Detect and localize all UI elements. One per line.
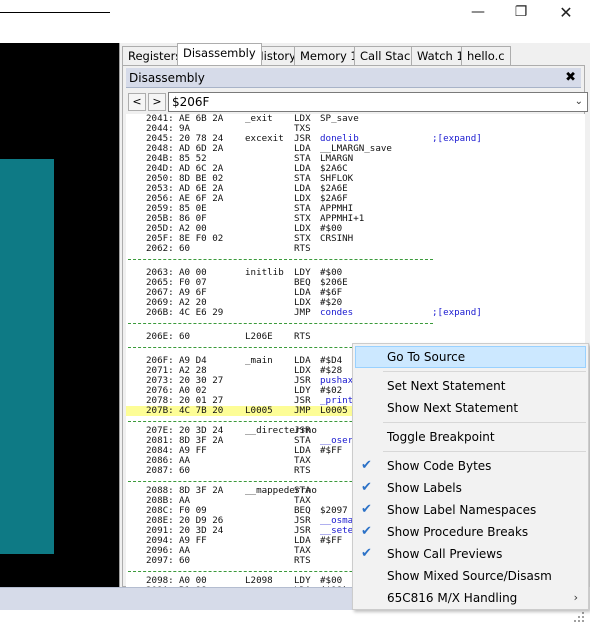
forward-button[interactable]: >	[148, 93, 166, 111]
menu-item-show-next-statement[interactable]: Show Next Statement	[355, 397, 586, 419]
check-icon: ✔	[361, 546, 372, 561]
code-addr: 206E:	[146, 331, 174, 342]
disassembly-title-bar: Disassembly ✖	[126, 68, 581, 88]
check-icon: ✔	[361, 480, 372, 495]
code-operand: L0005	[320, 405, 348, 416]
tab-hello-c[interactable]: hello.c	[461, 46, 511, 65]
code-line[interactable]: 2062: 60 RTS	[126, 244, 585, 254]
close-window-icon[interactable]: ✕	[547, 0, 585, 24]
code-bytes: 4C E6 29	[179, 307, 224, 318]
menu-separator	[383, 451, 586, 452]
restore-icon[interactable]: ❐	[502, 0, 540, 24]
code-mnem: JMP	[294, 307, 311, 318]
menu-item-go-to-source[interactable]: Go To Source	[355, 346, 586, 368]
back-button[interactable]: <	[128, 93, 146, 111]
menu-item-label: Show Call Previews	[387, 547, 503, 561]
code-addr: 207B:	[146, 405, 174, 416]
check-icon: ✔	[361, 458, 372, 473]
menu-item-65c816-m-x-handling[interactable]: 65C816 M/X Handling ›	[355, 587, 586, 609]
menu-item-show-call-previews[interactable]: Show Call Previews ✔	[355, 543, 586, 565]
code-label: _main	[245, 355, 273, 366]
code-label: L2098	[245, 575, 273, 586]
code-label: initlib	[245, 267, 284, 278]
menu-item-label: Show Label Namespaces	[387, 503, 537, 517]
code-line[interactable]: 2041: AE 6B 2A _exit LDX SP_save	[126, 114, 585, 124]
check-icon: ✔	[361, 502, 372, 517]
menu-item-show-code-bytes[interactable]: Show Code Bytes ✔	[355, 455, 586, 477]
menu-separator	[383, 422, 586, 423]
code-label: L0005	[245, 405, 273, 416]
tab-bar: Registers Disassembly History Memory 1 C…	[120, 43, 590, 65]
menu-item-label: Toggle Breakpoint	[387, 430, 495, 444]
menu-item-label: Show Mixed Source/Disasm	[387, 569, 552, 583]
close-icon[interactable]: ✖	[565, 68, 576, 88]
menu-item-show-procedure-breaks[interactable]: Show Procedure Breaks ✔	[355, 521, 586, 543]
code-mnem: RTS	[294, 331, 311, 342]
code-operand: SP_save	[320, 114, 359, 124]
menu-item-show-labels[interactable]: Show Labels ✔	[355, 477, 586, 499]
status-bar-panel	[0, 587, 353, 610]
code-mnem: RTS	[294, 243, 311, 254]
menu-item-show-mixed-source-disasm[interactable]: Show Mixed Source/Disasm	[355, 565, 586, 587]
code-bytes: 60	[179, 331, 191, 342]
code-addr: 206B:	[146, 307, 174, 318]
context-menu: Go To Source Set Next Statement Show Next …	[352, 343, 589, 610]
chevron-down-icon[interactable]: ⌄	[575, 93, 583, 111]
title-bar: — ❐ ✕	[0, 0, 590, 24]
menu-underline	[0, 12, 110, 13]
code-addr: 2062:	[146, 243, 174, 254]
code-label: _exit	[245, 114, 273, 124]
menu-item-label: Show Code Bytes	[387, 459, 492, 473]
menu-item-label: Go To Source	[387, 350, 466, 364]
code-mnem: RTS	[294, 555, 311, 566]
code-line[interactable]: 205F: 8E F0 02 STX CRSINH	[126, 234, 585, 244]
menu-item-label: Set Next Statement	[387, 379, 506, 393]
code-mnem: JMP	[294, 405, 311, 416]
procedure-break	[128, 323, 433, 324]
code-line[interactable]: 206E: 60 L206E RTS	[126, 332, 585, 342]
code-label: excexit	[245, 133, 284, 144]
menu-item-label: Show Next Statement	[387, 401, 519, 415]
address-value: $206F	[172, 95, 210, 109]
menu-item-label: Show Labels	[387, 481, 462, 495]
code-bytes: 60	[179, 555, 191, 566]
menu-item-show-label-namespaces[interactable]: Show Label Namespaces ✔	[355, 499, 586, 521]
check-icon: ✔	[361, 524, 372, 539]
code-mnem: RTS	[294, 465, 311, 476]
emulator-display[interactable]	[0, 43, 119, 587]
address-nav-row: < > $206F ⌄	[126, 91, 588, 113]
address-combobox[interactable]: $206F ⌄	[168, 92, 588, 112]
procedure-break	[128, 259, 433, 260]
tab-disassembly[interactable]: Disassembly	[177, 43, 262, 65]
code-line[interactable]: 206B: 4C E6 29 JMP condes ;[expand]	[126, 308, 585, 318]
menu-separator	[383, 371, 586, 372]
disassembly-title: Disassembly	[129, 71, 205, 85]
menu-item-set-next-statement[interactable]: Set Next Statement	[355, 375, 586, 397]
code-bytes: 60	[179, 243, 191, 254]
code-note[interactable]: ;[expand]	[432, 308, 482, 318]
code-bytes: 4C 7B 20	[179, 405, 224, 416]
code-operand: #$FF	[320, 535, 343, 546]
menu-item-toggle-breakpoint[interactable]: Toggle Breakpoint	[355, 426, 586, 448]
code-operand: #$FF	[320, 445, 343, 456]
menu-item-label: 65C816 M/X Handling	[387, 591, 518, 605]
code-label: L206E	[245, 331, 273, 342]
code-operand[interactable]: condes	[320, 308, 353, 318]
code-operand: CRSINH	[320, 233, 354, 244]
chevron-right-icon: ›	[573, 591, 578, 604]
code-note[interactable]: ;[expand]	[432, 134, 482, 144]
code-addr: 2087:	[146, 465, 174, 476]
menu-item-label: Show Procedure Breaks	[387, 525, 529, 539]
code-bytes: 60	[179, 465, 191, 476]
minimize-icon[interactable]: —	[459, 0, 497, 24]
code-addr: 2097:	[146, 555, 174, 566]
resize-grip-icon[interactable]	[568, 610, 586, 624]
emulator-screen	[0, 159, 54, 554]
